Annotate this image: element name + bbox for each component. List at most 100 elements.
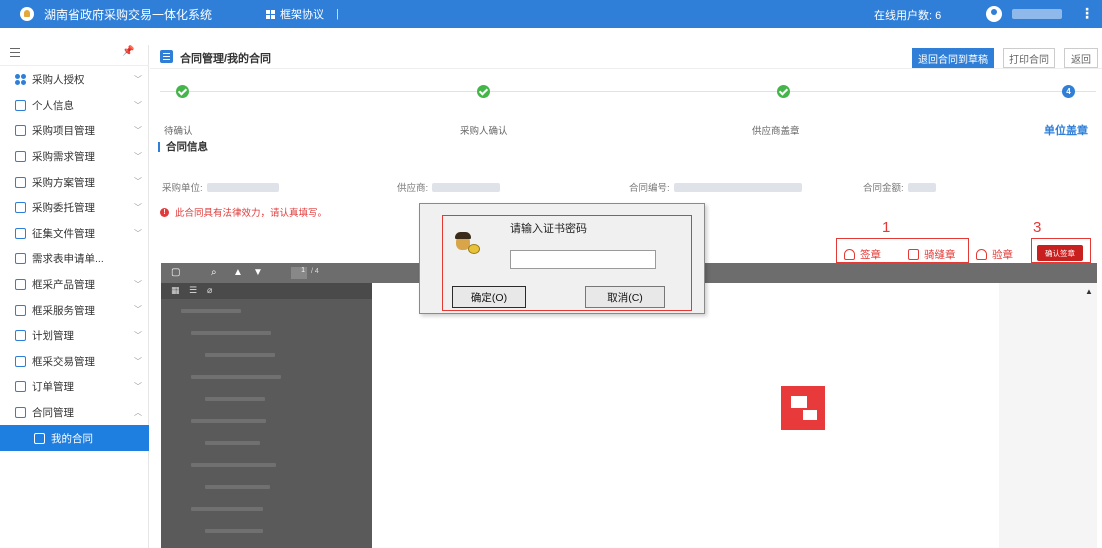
riding-seal-button[interactable]: 骑缝章: [908, 247, 956, 262]
chevron-down-icon: ﹀: [134, 100, 142, 110]
outline-line: [191, 375, 281, 379]
chevron-down-icon: ﹀: [134, 202, 142, 212]
next-page-icon[interactable]: ▼: [253, 267, 263, 278]
sidebar-item-framework-trading[interactable]: 框采交易管理 ﹀: [0, 349, 149, 375]
system-title: 湖南省政府采购交易一体化系统: [44, 7, 213, 22]
sidebar-item-label: 框采产品管理: [32, 279, 95, 292]
top-bar: 湖南省政府采购交易一体化系统 框架协议 | 在线用户数: 6 ⋮: [0, 0, 1102, 28]
sidebar-item-entrustment-management[interactable]: 采购委托管理 ﹀: [0, 195, 149, 221]
previous-page-icon[interactable]: ▲: [233, 267, 243, 278]
contract-amount-label: 合同金额:: [863, 183, 904, 194]
hamburger-menu-icon[interactable]: [10, 48, 20, 60]
print-contract-button[interactable]: 打印合同: [1003, 48, 1055, 68]
search-icon[interactable]: ⌕: [211, 267, 217, 278]
outline-line: [205, 529, 263, 533]
riding-seal-label: 骑缝章: [924, 249, 956, 261]
outline-line: [205, 353, 275, 357]
user-avatar-icon[interactable]: [986, 6, 1002, 22]
sidebar-item-contract-management[interactable]: 合同管理 ︿: [0, 400, 149, 426]
chevron-down-icon: ﹀: [134, 356, 142, 366]
contract-number-field: 合同编号:: [629, 180, 802, 194]
outline-line: [205, 441, 260, 445]
verify-seal-button[interactable]: 验章: [976, 247, 1013, 262]
chevron-down-icon: ﹀: [134, 228, 142, 238]
sidebar-item-requisition-form[interactable]: 需求表申请单...: [0, 246, 149, 272]
sidebar-item-my-contracts[interactable]: 我的合同: [0, 425, 149, 451]
sidebar-item-project-management[interactable]: 采购项目管理 ﹀: [0, 118, 149, 144]
legal-warning-text: 此合同具有法律效力，请认真填写。: [175, 208, 328, 219]
chevron-down-icon: ﹀: [134, 177, 142, 187]
sidebar-item-order-management[interactable]: 订单管理 ﹀: [0, 374, 149, 400]
folder-icon: [15, 125, 26, 137]
outline-line: [191, 463, 276, 467]
supplier-field: 供应商:: [397, 180, 501, 194]
sidebar-item-solicitation-files[interactable]: 征集文件管理 ﹀: [0, 221, 149, 247]
thumbnail-toolbar: ▦ ☰ ⌀: [161, 283, 372, 299]
authorization-icon: [15, 74, 26, 86]
page-total: / 4: [311, 268, 319, 275]
sidebar-item-label: 框采交易管理: [32, 355, 95, 368]
pin-icon[interactable]: 📌: [122, 46, 134, 57]
sidebar-item-buyer-authorization[interactable]: 采购人授权 ﹀: [0, 67, 149, 93]
document-icon: [15, 151, 26, 163]
outline-line: [181, 309, 241, 313]
document-icon: [15, 176, 26, 188]
service-icon: [15, 304, 26, 316]
chevron-up-icon: ︿: [134, 407, 142, 417]
sidebar-item-label: 需求表申请单...: [32, 253, 104, 266]
outline-line: [205, 485, 270, 489]
more-menu-icon[interactable]: ⋮: [1080, 5, 1094, 22]
sidebar-item-label: 征集文件管理: [32, 227, 95, 240]
page-number-input[interactable]: 1: [291, 267, 307, 279]
scroll-up-icon[interactable]: ▲: [1085, 287, 1093, 296]
attachment-icon[interactable]: ⌀: [207, 285, 212, 296]
contract-number-label: 合同编号:: [629, 183, 670, 194]
document-icon: [15, 202, 26, 214]
verify-stamp-icon: [976, 249, 987, 260]
sidebar-item-label: 采购需求管理: [32, 151, 95, 164]
step-label-unit-seal: 单位盖章: [1044, 125, 1088, 137]
sidebar-item-label: 框采服务管理: [32, 304, 95, 317]
confirm-sign-button[interactable]: 确认签章: [1037, 245, 1083, 261]
sign-button[interactable]: 签章: [844, 247, 881, 262]
sidebar-item-label: 合同管理: [32, 407, 74, 420]
return-to-draft-button[interactable]: 退回合同到草稿: [912, 48, 994, 68]
sidebar-item-framework-services[interactable]: 框采服务管理 ﹀: [0, 297, 149, 323]
step-1-check-icon: [176, 85, 189, 98]
annotation-number-3: 3: [1033, 219, 1042, 236]
step-label-pending: 待确认: [164, 126, 193, 137]
sidebar-toggle-icon[interactable]: ▢: [171, 267, 180, 278]
annotation-box-password-dialog: [442, 215, 692, 311]
sidebar-item-plan-management[interactable]: 计划管理 ﹀: [0, 323, 149, 349]
grid-icon: [266, 9, 276, 19]
thumbnail-pane: ▦ ☰ ⌀: [161, 283, 372, 548]
document-icon: [15, 330, 26, 342]
chevron-down-icon: ﹀: [134, 126, 142, 136]
verify-seal-label: 验章: [992, 249, 1013, 261]
nav-framework-agreement[interactable]: 框架协议 |: [266, 6, 339, 22]
contract-amount-value-redacted: [907, 182, 936, 192]
username-redacted[interactable]: [1012, 9, 1062, 19]
thumbnail-view-icon[interactable]: ▦: [171, 285, 180, 296]
step-label-buyer-confirm: 采购人确认: [460, 126, 508, 137]
sidebar-item-framework-products[interactable]: 框采产品管理 ﹀: [0, 272, 149, 298]
back-button[interactable]: 返回: [1064, 48, 1098, 68]
outline-view-icon[interactable]: ☰: [189, 285, 197, 296]
sidebar-item-demand-management[interactable]: 采购需求管理 ﹀: [0, 144, 149, 170]
step-3-check-icon: [777, 85, 790, 98]
chevron-down-icon: ﹀: [134, 151, 142, 161]
sidebar-item-personal-info[interactable]: 个人信息 ﹀: [0, 93, 149, 119]
steps-track: [160, 91, 1096, 92]
document-icon: [15, 279, 26, 291]
step-4-current-icon: [1062, 85, 1075, 98]
breadcrumb: 合同管理/我的合同: [180, 53, 272, 65]
nav-separator: |: [336, 8, 339, 20]
outline-line: [191, 507, 263, 511]
chevron-down-icon: ﹀: [134, 279, 142, 289]
stamp-icon: [844, 249, 855, 260]
document-icon: [15, 381, 26, 393]
trading-icon: [15, 355, 26, 367]
scrollbar-gutter[interactable]: [999, 283, 1097, 548]
sidebar-item-plan-scheme-management[interactable]: 采购方案管理 ﹀: [0, 169, 149, 195]
sidebar-item-label: 采购项目管理: [32, 125, 95, 138]
